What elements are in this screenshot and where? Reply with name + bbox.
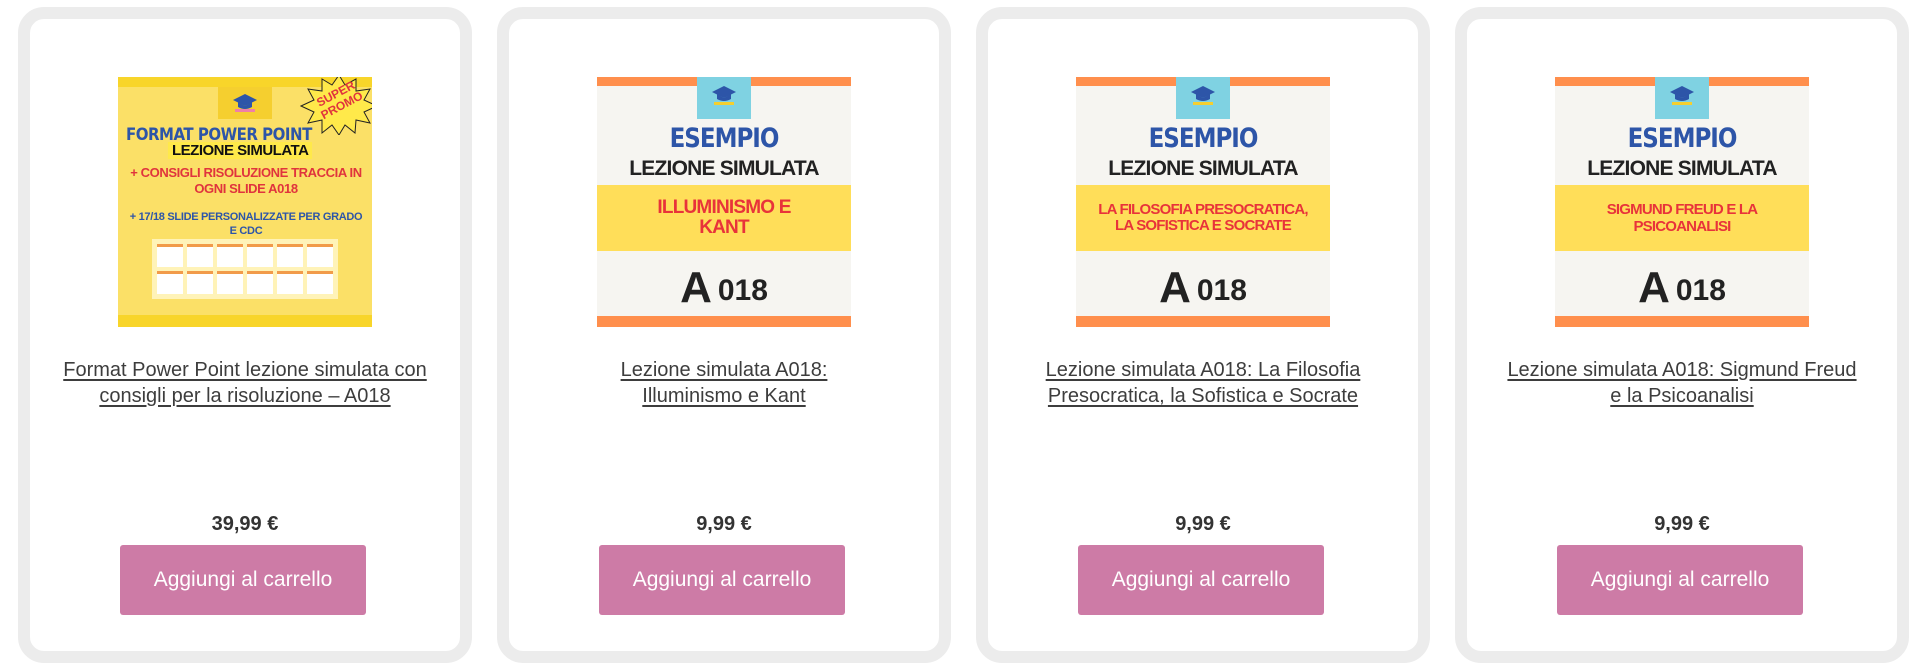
thumb-subheading: LEZIONE SIMULATA: [629, 157, 819, 180]
product-price: 9,99 €: [1654, 513, 1710, 535]
class-code: A 018: [597, 263, 851, 313]
add-to-cart-button[interactable]: Aggiungi al carrello: [1557, 545, 1803, 615]
product-thumbnail[interactable]: ESEMPIO LEZIONE SIMULATA LA FILOSOFIA PR…: [1076, 77, 1330, 327]
product-thumbnail[interactable]: SUPER PROMO FORMAT POWER POINT LEZIONE S…: [118, 77, 372, 327]
add-to-cart-button[interactable]: Aggiungi al carrello: [599, 545, 845, 615]
thumb-band: [597, 316, 851, 327]
thumb-heading: ESEMPIO: [1148, 124, 1259, 154]
product-title-link[interactable]: Lezione simulata A018: Sigmund Freud e l…: [1507, 357, 1857, 409]
thumb-heading: ESEMPIO: [669, 124, 780, 154]
product-card: ESEMPIO LEZIONE SIMULATA LA FILOSOFIA PR…: [976, 7, 1430, 663]
product-title-link[interactable]: Format Power Point lezione simulata con …: [44, 357, 446, 409]
product-price: 9,99 €: [1175, 513, 1231, 535]
product-thumbnail[interactable]: ESEMPIO LEZIONE SIMULATA SIGMUND FREUD E…: [1555, 77, 1809, 327]
product-thumbnail[interactable]: ESEMPIO LEZIONE SIMULATA ILLUMINISMO E K…: [597, 77, 851, 327]
thumb-topic-band: LA FILOSOFIA PRESOCRATICA, LA SOFISTICA …: [1076, 185, 1330, 251]
slides-preview: [152, 239, 338, 299]
class-letter: A: [680, 263, 712, 312]
thumb-subheading: LEZIONE SIMULATA: [1108, 157, 1298, 180]
thumb-topic-band: ILLUMINISMO E KANT: [597, 185, 851, 251]
add-to-cart-button[interactable]: Aggiungi al carrello: [120, 545, 366, 615]
class-number: 018: [717, 274, 768, 307]
class-code: A 018: [1555, 263, 1809, 313]
thumb-line: LEZIONE SIMULATA: [168, 142, 313, 159]
thumb-band: [1076, 316, 1330, 327]
class-number: 018: [1675, 274, 1726, 307]
product-price: 39,99 €: [211, 513, 279, 535]
product-price: 9,99 €: [696, 513, 752, 535]
graduation-cap-icon: [1655, 77, 1709, 119]
class-code: A 018: [1076, 263, 1330, 313]
class-letter: A: [1638, 263, 1670, 312]
thumb-strip: [118, 315, 372, 327]
thumb-heading: ESEMPIO: [1627, 124, 1738, 154]
graduation-cap-icon: [697, 77, 751, 119]
class-letter: A: [1159, 263, 1191, 312]
thumb-band: [1555, 316, 1809, 327]
product-card: SUPER PROMO FORMAT POWER POINT LEZIONE S…: [18, 7, 472, 663]
product-card: ESEMPIO LEZIONE SIMULATA SIGMUND FREUD E…: [1455, 7, 1909, 663]
product-title-link[interactable]: Lezione simulata A018: La Filosofia Pres…: [1014, 357, 1392, 409]
product-title-link[interactable]: Lezione simulata A018: Illuminismo e Kan…: [599, 357, 849, 409]
thumb-topic: SIGMUND FREUD E LA PSICOANALISI: [1606, 201, 1758, 235]
thumb-topic: ILLUMINISMO E KANT: [657, 197, 791, 238]
class-number: 018: [1196, 274, 1247, 307]
graduation-cap-icon: [218, 87, 272, 119]
thumb-subheading: LEZIONE SIMULATA: [1587, 157, 1777, 180]
product-grid: SUPER PROMO FORMAT POWER POINT LEZIONE S…: [0, 0, 1920, 664]
thumb-line: + CONSIGLI RISOLUZIONE TRACCIA IN OGNI S…: [130, 165, 362, 196]
add-to-cart-button[interactable]: Aggiungi al carrello: [1078, 545, 1324, 615]
graduation-cap-icon: [1176, 77, 1230, 119]
thumb-topic: LA FILOSOFIA PRESOCRATICA, LA SOFISTICA …: [1098, 201, 1308, 234]
product-card: ESEMPIO LEZIONE SIMULATA ILLUMINISMO E K…: [497, 7, 951, 663]
thumb-line: + 17/18 SLIDE PERSONALIZZATE PER GRADO E…: [129, 211, 363, 237]
thumb-topic-band: SIGMUND FREUD E LA PSICOANALISI: [1555, 185, 1809, 251]
